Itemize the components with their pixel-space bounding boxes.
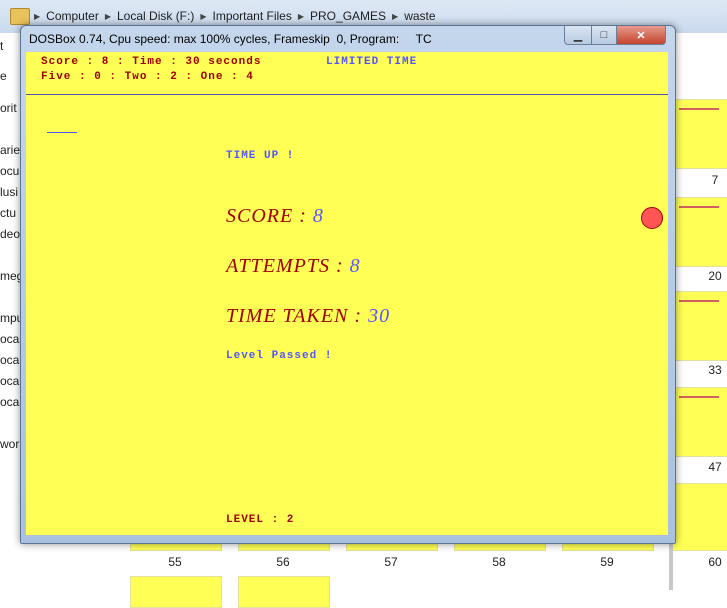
- breadcrumb-pro-games[interactable]: PRO_GAMES: [310, 9, 386, 23]
- mode-label: LIMITED TIME: [326, 56, 418, 68]
- nav-item[interactable]: ocal: [0, 353, 22, 367]
- attempts-label: ATTEMPTS :: [226, 255, 350, 277]
- thumbnail-preview: [679, 300, 719, 302]
- file-label[interactable]: 47: [670, 460, 727, 474]
- cursor-underline: [47, 132, 77, 133]
- nav-item[interactable]: ocu: [0, 164, 19, 178]
- close-button[interactable]: ✕: [616, 26, 666, 45]
- time-taken-label: TIME TAKEN :: [226, 305, 369, 327]
- file-thumbnail[interactable]: [130, 576, 222, 608]
- score-label: SCORE :: [226, 205, 313, 227]
- chevron-right-icon[interactable]: ▶: [105, 12, 111, 21]
- breadcrumb-waste[interactable]: waste: [404, 9, 435, 23]
- score-line: SCORE : 8: [226, 205, 324, 228]
- nav-item[interactable]: ocal: [0, 395, 22, 409]
- nav-item[interactable]: ctu: [0, 206, 16, 220]
- time-up-message: TIME UP !: [226, 150, 295, 162]
- time-taken-line: TIME TAKEN : 30: [226, 305, 390, 328]
- file-label[interactable]: 55: [130, 555, 220, 569]
- breadcrumb-important-files[interactable]: Important Files: [213, 9, 292, 23]
- nav-item[interactable]: ocal: [0, 332, 22, 346]
- nav-item[interactable]: e: [0, 69, 7, 83]
- thumbnail-preview: [679, 108, 719, 110]
- file-label[interactable]: 20: [670, 269, 727, 283]
- chevron-right-icon[interactable]: ▶: [298, 12, 304, 21]
- score-time-status: Score : 8 : Time : 30 seconds: [41, 56, 262, 68]
- breadcrumb: ▶ Computer ▶ Local Disk (F:) ▶ Important…: [34, 9, 436, 23]
- header-divider: [26, 94, 668, 95]
- level-indicator: LEVEL : 2: [226, 514, 295, 526]
- level-passed-message: Level Passed !: [226, 350, 333, 362]
- breadcrumb-computer[interactable]: Computer: [46, 9, 99, 23]
- file-thumbnail[interactable]: [670, 99, 727, 169]
- file-thumbnail[interactable]: [238, 576, 330, 608]
- red-ball-icon: [641, 207, 663, 229]
- time-taken-value: 30: [368, 305, 391, 327]
- nav-item[interactable]: deo: [0, 227, 20, 241]
- nav-item[interactable]: orit: [0, 101, 17, 115]
- chevron-right-icon[interactable]: ▶: [392, 12, 398, 21]
- attempts-line: ATTEMPTS : 8: [226, 255, 361, 278]
- maximize-button[interactable]: □: [591, 26, 617, 45]
- file-label[interactable]: 59: [562, 555, 652, 569]
- file-label[interactable]: 57: [346, 555, 436, 569]
- attempts-value: 8: [349, 255, 361, 277]
- thumbnail-preview: [679, 206, 719, 208]
- file-thumbnail[interactable]: [670, 387, 727, 457]
- counts-status: Five : 0 : Two : 2 : One : 4: [41, 71, 254, 83]
- window-title: DOSBox 0.74, Cpu speed: max 100% cycles,…: [29, 32, 432, 46]
- minimize-button[interactable]: ▁: [564, 26, 592, 45]
- game-screen[interactable]: Score : 8 : Time : 30 seconds Five : 0 :…: [26, 52, 668, 535]
- nav-item[interactable]: lusi: [0, 185, 18, 199]
- nav-item[interactable]: wor: [0, 437, 19, 451]
- file-label[interactable]: 56: [238, 555, 328, 569]
- score-value: 8: [312, 205, 324, 227]
- chevron-right-icon: ▶: [34, 11, 41, 21]
- file-label[interactable]: 33: [670, 363, 727, 377]
- nav-item[interactable]: t: [0, 39, 3, 53]
- thumbnail-preview: [679, 396, 719, 398]
- file-thumbnail[interactable]: [670, 483, 727, 551]
- nav-item[interactable]: arie: [0, 143, 20, 157]
- folder-icon: [10, 8, 30, 25]
- file-thumbnail[interactable]: [670, 291, 727, 361]
- breadcrumb-local-disk[interactable]: Local Disk (F:): [117, 9, 194, 23]
- file-label[interactable]: 60: [670, 555, 727, 569]
- file-label[interactable]: 7: [670, 173, 727, 187]
- dosbox-window: DOSBox 0.74, Cpu speed: max 100% cycles,…: [20, 25, 676, 544]
- nav-item[interactable]: ocal: [0, 374, 22, 388]
- file-label[interactable]: 58: [454, 555, 544, 569]
- file-thumbnail[interactable]: [670, 197, 727, 267]
- chevron-right-icon[interactable]: ▶: [200, 12, 206, 21]
